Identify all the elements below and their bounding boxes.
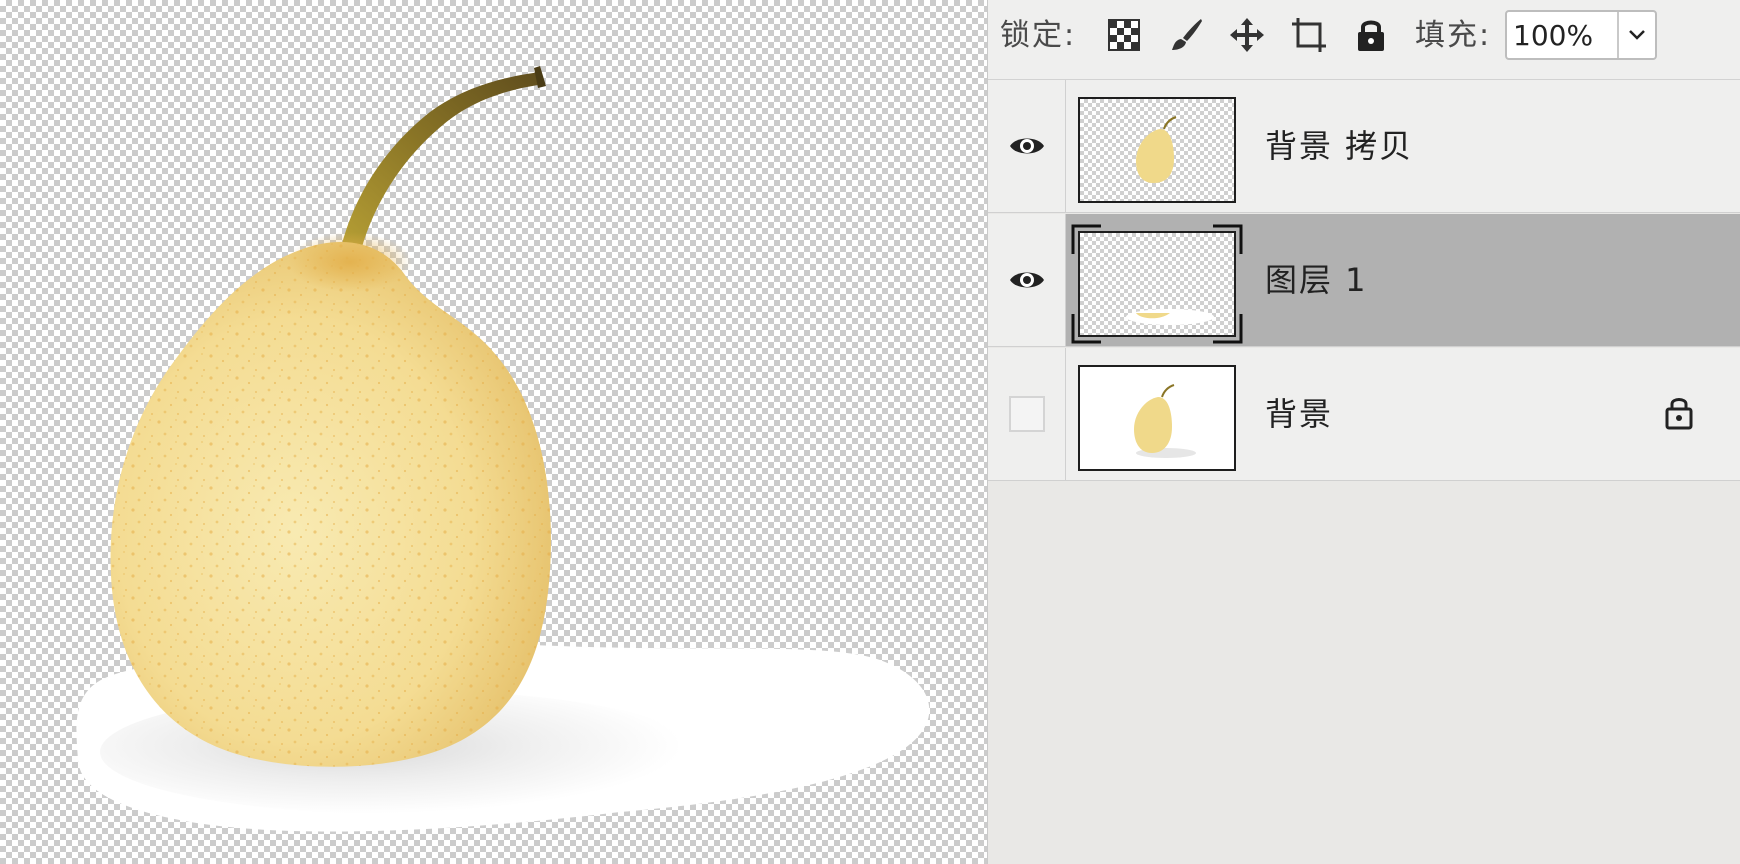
layer-name[interactable]: 背景 拷贝 [1265, 124, 1413, 168]
eye-icon [1009, 272, 1044, 288]
layer-thumbnail[interactable] [1078, 97, 1236, 203]
pear-artwork [76, 66, 930, 832]
lock-all-icon[interactable] [1350, 14, 1392, 56]
fill-label: 填充: [1415, 18, 1492, 53]
layer-thumbnail[interactable] [1078, 231, 1236, 337]
layer-row-background-copy[interactable]: 背景 拷贝 [988, 80, 1740, 213]
chevron-down-icon [1629, 30, 1645, 40]
visibility-off-box [1008, 396, 1045, 432]
document-canvas[interactable] [0, 0, 987, 864]
layer-name[interactable]: 图层 1 [1265, 258, 1368, 302]
fill-dropdown-button[interactable] [1617, 12, 1655, 58]
lock-position-icon[interactable] [1226, 14, 1268, 56]
lock-label: 锁定: [1000, 18, 1077, 53]
layer-visibility-toggle[interactable] [988, 214, 1066, 346]
layer-visibility-toggle[interactable] [988, 80, 1066, 212]
pear-stem [340, 72, 545, 254]
lock-image-pixels-icon[interactable] [1165, 14, 1207, 56]
lock-artboard-icon[interactable] [1288, 14, 1330, 56]
layer-row-layer-1[interactable]: 图层 1 [988, 214, 1740, 347]
lock-toolbar: 锁定: 填充: 100% [988, 0, 1740, 80]
fill-control [1505, 10, 1657, 60]
layers-panel: 锁定: 填充: 100% 背景 拷贝 图层 1 背景 [987, 0, 1740, 864]
layer-name[interactable]: 背景 [1265, 392, 1333, 436]
layer-row-background[interactable]: 背景 [988, 348, 1740, 481]
fill-input[interactable] [1507, 12, 1617, 58]
eye-icon [1009, 138, 1044, 154]
layer-lock-icon [1663, 394, 1695, 434]
layer-visibility-toggle[interactable] [988, 348, 1066, 480]
layer-thumbnail[interactable] [1078, 365, 1236, 471]
lock-transparent-pixels-icon[interactable] [1103, 14, 1145, 56]
